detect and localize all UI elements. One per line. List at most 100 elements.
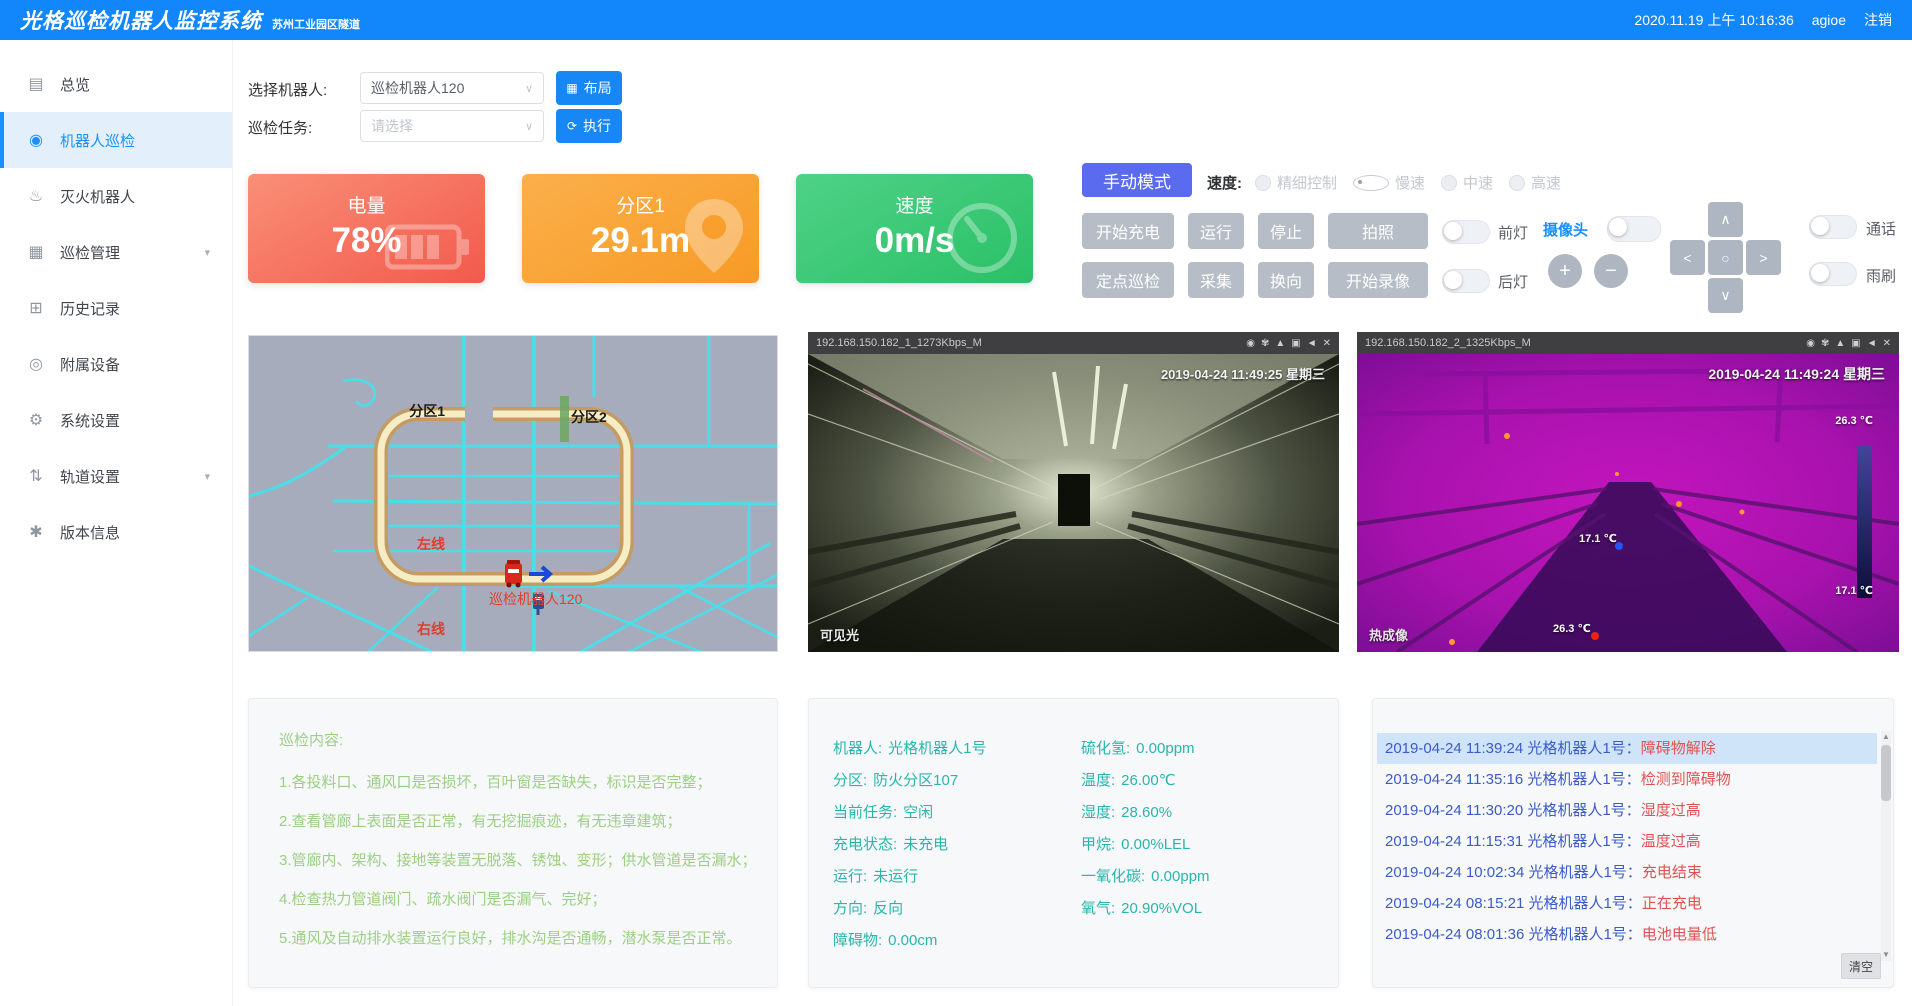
log-entry[interactable]: 2019-04-24 11:30:20 光格机器人1号：湿度过高 xyxy=(1377,795,1877,826)
app-header: 光格巡检机器人监控系统 苏州工业园区隧道 2020.11.19 上午 10:16… xyxy=(0,0,1912,40)
map-right-line-label: 右线 xyxy=(416,621,445,637)
sidebar-item-label: 机器人巡检 xyxy=(60,130,135,151)
pan-right-button[interactable]: > xyxy=(1746,240,1781,275)
logout-link[interactable]: 注销 xyxy=(1864,10,1892,30)
sidebar-item-inspection-manage[interactable]: ▦ 巡检管理 ▾ xyxy=(0,224,232,280)
tunnel-video-frame xyxy=(808,354,1339,652)
speed-label: 速度: xyxy=(1207,172,1242,193)
inspection-item: 1.各投料口、通风口是否损坏，百叶窗是否缺失，标识是否完整； xyxy=(279,771,712,792)
log-entry[interactable]: 2019-04-24 11:39:24 光格机器人1号：障碍物解除 xyxy=(1377,733,1877,764)
log-scrollbar-thumb[interactable] xyxy=(1881,745,1891,801)
app-title: 光格巡检机器人监控系统 xyxy=(20,5,262,35)
track-map[interactable]: 分区1 分区2 左线 右线 巡检机器人120 xyxy=(248,335,778,652)
task-select[interactable]: 请选择 ∨ xyxy=(360,110,544,142)
robot-select-value: 巡检机器人120 xyxy=(371,78,464,98)
status-row: 充电状态:未充电 xyxy=(833,833,948,854)
fullscreen-icon[interactable]: ▣ xyxy=(1291,338,1300,349)
reverse-button[interactable]: 换向 xyxy=(1258,262,1314,298)
overview-icon: ▤ xyxy=(26,74,46,94)
pan-up-button[interactable]: ∧ xyxy=(1708,202,1743,237)
log-entry[interactable]: 2019-04-24 08:15:21 光格机器人1号：正在充电 xyxy=(1377,888,1877,919)
chevron-down-icon: ∨ xyxy=(1720,287,1730,304)
radio-fast[interactable] xyxy=(1509,175,1525,191)
status-row: 分区:防火分区107 xyxy=(833,769,958,790)
rear-light-toggle[interactable] xyxy=(1442,269,1490,293)
collect-button[interactable]: 采集 xyxy=(1188,262,1244,298)
video-timestamp: 2019-04-24 11:49:25 星期三 xyxy=(1161,364,1325,383)
fullscreen-icon[interactable]: ▣ xyxy=(1851,338,1860,349)
sidebar-item-track-settings[interactable]: ⇅ 轨道设置 ▾ xyxy=(0,448,232,504)
layout-button[interactable]: ▦ 布局 xyxy=(556,71,622,105)
pan-left-button[interactable]: < xyxy=(1670,240,1705,275)
audio-icon[interactable]: ◄ xyxy=(1307,338,1317,349)
record-icon[interactable]: ▲ xyxy=(1835,338,1845,349)
radio-medium[interactable] xyxy=(1441,175,1457,191)
log-entry[interactable]: 2019-04-24 08:01:36 光格机器人1号：电池电量低 xyxy=(1377,919,1877,950)
record-icon[interactable]: ▲ xyxy=(1275,338,1285,349)
visible-light-video[interactable]: 192.168.150.182_1_1273Kbps_M ◉✾▲▣◄✕ xyxy=(808,332,1339,652)
start-charge-button[interactable]: 开始充电 xyxy=(1082,213,1174,249)
sidebar-item-label: 附属设备 xyxy=(60,354,120,375)
capture-icon[interactable]: ◉ xyxy=(1246,338,1255,349)
event-log-panel: 2019-04-24 11:39:24 光格机器人1号：障碍物解除 2019-0… xyxy=(1372,698,1894,988)
settings-icon[interactable]: ✾ xyxy=(1261,338,1269,349)
pan-down-button[interactable]: ∨ xyxy=(1708,278,1743,313)
execute-button[interactable]: ⟳ 执行 xyxy=(556,109,622,143)
run-button[interactable]: 运行 xyxy=(1188,213,1244,249)
camera-toggle[interactable] xyxy=(1607,216,1661,242)
scroll-down-icon[interactable]: ▼ xyxy=(1881,949,1891,961)
radio-slow[interactable] xyxy=(1353,175,1389,191)
capture-icon[interactable]: ◉ xyxy=(1806,338,1815,349)
clear-log-button[interactable]: 清空 xyxy=(1841,953,1881,979)
history-icon: ⊞ xyxy=(26,298,46,318)
pan-center-button[interactable]: ○ xyxy=(1708,240,1743,275)
robot-select[interactable]: 巡检机器人120 ∨ xyxy=(360,72,544,104)
inspection-item: 4.检查热力管道阀门、疏水阀门是否漏气、完好； xyxy=(279,888,607,909)
status-row: 当前任务:空闲 xyxy=(833,801,933,822)
status-row: 机器人:光格机器人1号 xyxy=(833,737,987,758)
talk-toggle[interactable] xyxy=(1809,215,1857,239)
sidebar-item-overview[interactable]: ▤ 总览 xyxy=(0,56,232,112)
header-username[interactable]: agioe xyxy=(1812,12,1846,28)
fixed-point-button[interactable]: 定点巡检 xyxy=(1082,262,1174,298)
status-row: 一氧化碳:0.00ppm xyxy=(1081,865,1210,886)
audio-icon[interactable]: ◄ xyxy=(1867,338,1877,349)
status-row: 运行:未运行 xyxy=(833,865,918,886)
zone2-gate-marker xyxy=(560,396,569,442)
sidebar-item-version-info[interactable]: ✱ 版本信息 xyxy=(0,504,232,560)
radio-fine-control[interactable] xyxy=(1255,175,1271,191)
front-light-label: 前灯 xyxy=(1498,222,1528,243)
chevron-down-icon: ∨ xyxy=(525,120,533,133)
photo-button[interactable]: 拍照 xyxy=(1328,213,1428,249)
record-button[interactable]: 开始录像 xyxy=(1328,262,1428,298)
stop-button[interactable]: 停止 xyxy=(1258,213,1314,249)
wiper-toggle[interactable] xyxy=(1809,262,1857,286)
thermal-video[interactable]: 192.168.150.182_2_1325Kbps_M ◉✾▲▣◄✕ xyxy=(1357,332,1899,652)
zoom-in-button[interactable]: + xyxy=(1548,254,1582,288)
close-icon[interactable]: ✕ xyxy=(1323,338,1331,349)
map-canvas: 分区1 分区2 左线 右线 巡检机器人120 xyxy=(249,336,778,652)
front-light-toggle[interactable] xyxy=(1442,220,1490,244)
log-entry[interactable]: 2019-04-24 10:02:34 光格机器人1号：充电结束 xyxy=(1377,857,1877,888)
settings-icon[interactable]: ✾ xyxy=(1821,338,1829,349)
status-row: 甲烷:0.00%LEL xyxy=(1081,833,1190,854)
log-entry[interactable]: 2019-04-24 11:35:16 光格机器人1号：检测到障碍物 xyxy=(1377,764,1877,795)
sidebar-item-robot-inspection[interactable]: ◉ 机器人巡检 xyxy=(0,112,232,168)
accessory-icon: ◎ xyxy=(26,354,46,374)
sidebar-item-history[interactable]: ⊞ 历史记录 xyxy=(0,280,232,336)
manual-mode-button[interactable]: 手动模式 xyxy=(1082,163,1192,197)
sidebar: ▤ 总览 ◉ 机器人巡检 ♨ 灭火机器人 ▦ 巡检管理 ▾ ⊞ 历史记录 ◎ 附… xyxy=(0,40,233,1006)
execute-button-label: 执行 xyxy=(583,116,611,136)
zone-card: 分区1 29.1m xyxy=(522,174,759,283)
close-icon[interactable]: ✕ xyxy=(1883,338,1891,349)
sidebar-item-accessory[interactable]: ◎ 附属设备 xyxy=(0,336,232,392)
log-entry[interactable]: 2019-04-24 11:15:31 光格机器人1号：温度过高 xyxy=(1377,826,1877,857)
wiper-label: 雨刷 xyxy=(1866,265,1896,286)
zoom-out-button[interactable]: − xyxy=(1594,254,1628,288)
sidebar-item-fire-robot[interactable]: ♨ 灭火机器人 xyxy=(0,168,232,224)
sidebar-item-system-settings[interactable]: ⚙ 系统设置 xyxy=(0,392,232,448)
scroll-up-icon[interactable]: ▲ xyxy=(1881,731,1891,743)
sidebar-item-label: 灭火机器人 xyxy=(60,186,135,207)
inspection-item: 2.查看管廊上表面是否正常，有无挖掘痕迹，有无违章建筑； xyxy=(279,810,682,831)
map-zone2-label: 分区2 xyxy=(571,409,607,425)
